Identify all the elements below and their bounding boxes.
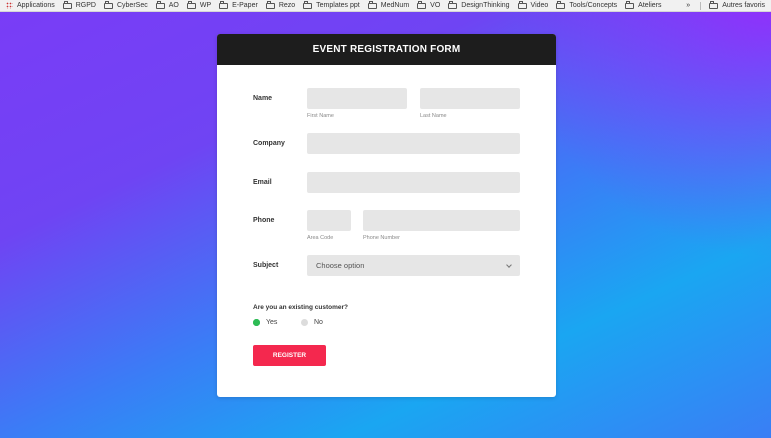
company-label: Company <box>253 140 285 147</box>
name-label: Name <box>253 95 273 102</box>
folder-icon <box>556 0 566 9</box>
bookmark-folder-vo[interactable]: VO <box>417 0 441 9</box>
bookmark-label: Ateliers <box>638 2 662 9</box>
folder-icon <box>186 0 196 9</box>
folder-icon <box>709 0 719 9</box>
folder-icon <box>517 0 527 9</box>
bookmarks-overflow-button[interactable]: » <box>686 2 690 9</box>
bookmark-label: E-Paper <box>232 2 258 9</box>
radio-no-label: No <box>314 319 323 326</box>
subject-select[interactable]: Choose option <box>307 255 520 276</box>
bookmark-folder-designthinking[interactable]: DesignThinking <box>448 0 510 9</box>
radio-no[interactable]: No <box>301 319 323 326</box>
bookmark-folder-rgpd[interactable]: RGPD <box>62 0 96 9</box>
last-name-hint: Last Name <box>420 113 447 119</box>
folder-icon <box>417 0 427 9</box>
company-input[interactable] <box>307 133 520 154</box>
bookmark-folder-tools[interactable]: Tools/Concepts <box>556 0 618 9</box>
divider <box>700 1 702 10</box>
first-name-input[interactable] <box>307 88 407 109</box>
bookmark-label: CyberSec <box>116 2 148 9</box>
bookmark-label: DesignThinking <box>461 2 510 9</box>
bookmark-folder-templates[interactable]: Templates ppt <box>303 0 360 9</box>
phone-number-hint: Phone Number <box>363 235 400 241</box>
folder-icon <box>448 0 458 9</box>
bookmark-folder-mednum[interactable]: MedNum <box>367 0 410 9</box>
radio-selected-icon <box>253 319 260 326</box>
bookmark-folder-cybersec[interactable]: CyberSec <box>103 0 148 9</box>
bookmark-applications[interactable]: Applications <box>6 2 55 9</box>
subject-label: Subject <box>253 262 279 269</box>
subject-selected-value: Choose option <box>316 261 365 270</box>
bookmark-folder-video[interactable]: Video <box>517 0 549 9</box>
apps-grid-icon <box>6 2 13 9</box>
bookmark-label: Rezo <box>278 2 296 9</box>
email-input[interactable] <box>307 172 520 193</box>
folder-icon <box>155 0 165 9</box>
bookmark-label: MedNum <box>380 2 410 9</box>
folder-icon <box>265 0 275 9</box>
phone-label: Phone <box>253 217 275 224</box>
area-code-hint: Area Code <box>307 235 334 241</box>
bookmark-folder-rezo[interactable]: Rezo <box>265 0 296 9</box>
bookmark-label: WP <box>199 2 212 9</box>
bookmark-folder-ateliers[interactable]: Ateliers <box>625 0 662 9</box>
customer-question: Are you an existing customer? <box>253 304 348 311</box>
bookmark-label: AO <box>168 2 179 9</box>
chevron-down-icon <box>506 261 512 268</box>
bookmark-folder-ao[interactable]: AO <box>155 0 179 9</box>
bookmark-label: Autres favoris <box>722 2 765 9</box>
bookmark-folder-other[interactable]: Autres favoris <box>709 0 765 9</box>
last-name-input[interactable] <box>420 88 520 109</box>
bookmark-label: Applications <box>17 2 55 9</box>
folder-icon <box>219 0 229 9</box>
folder-icon <box>303 0 313 9</box>
bookmark-folder-epaper[interactable]: E-Paper <box>219 0 258 9</box>
phone-number-input[interactable] <box>363 210 520 231</box>
bookmark-label: RGPD <box>75 2 96 9</box>
email-label: Email <box>253 179 272 186</box>
folder-icon <box>625 0 635 9</box>
radio-yes[interactable]: Yes <box>253 319 277 326</box>
first-name-hint: First Name <box>307 113 334 119</box>
folder-icon <box>367 0 377 9</box>
area-code-input[interactable] <box>307 210 351 231</box>
form-title: EVENT REGISTRATION FORM <box>217 34 556 65</box>
radio-yes-label: Yes <box>266 319 278 326</box>
bookmark-label: Tools/Concepts <box>569 2 618 9</box>
bookmark-label: Video <box>530 2 549 9</box>
bookmark-folder-wp[interactable]: WP <box>186 0 212 9</box>
registration-card: EVENT REGISTRATION FORM Name First Name … <box>217 34 556 397</box>
register-button[interactable]: REGISTER <box>253 345 326 366</box>
folder-icon <box>103 0 113 9</box>
radio-unselected-icon <box>301 319 308 326</box>
bookmarks-bar: Applications RGPD CyberSec AO WP E-Paper… <box>0 0 771 12</box>
folder-icon <box>62 0 72 9</box>
bookmark-label: Templates ppt <box>316 2 360 9</box>
bookmarks-right: » Autres favoris <box>686 0 765 11</box>
bookmark-label: VO <box>430 2 441 9</box>
